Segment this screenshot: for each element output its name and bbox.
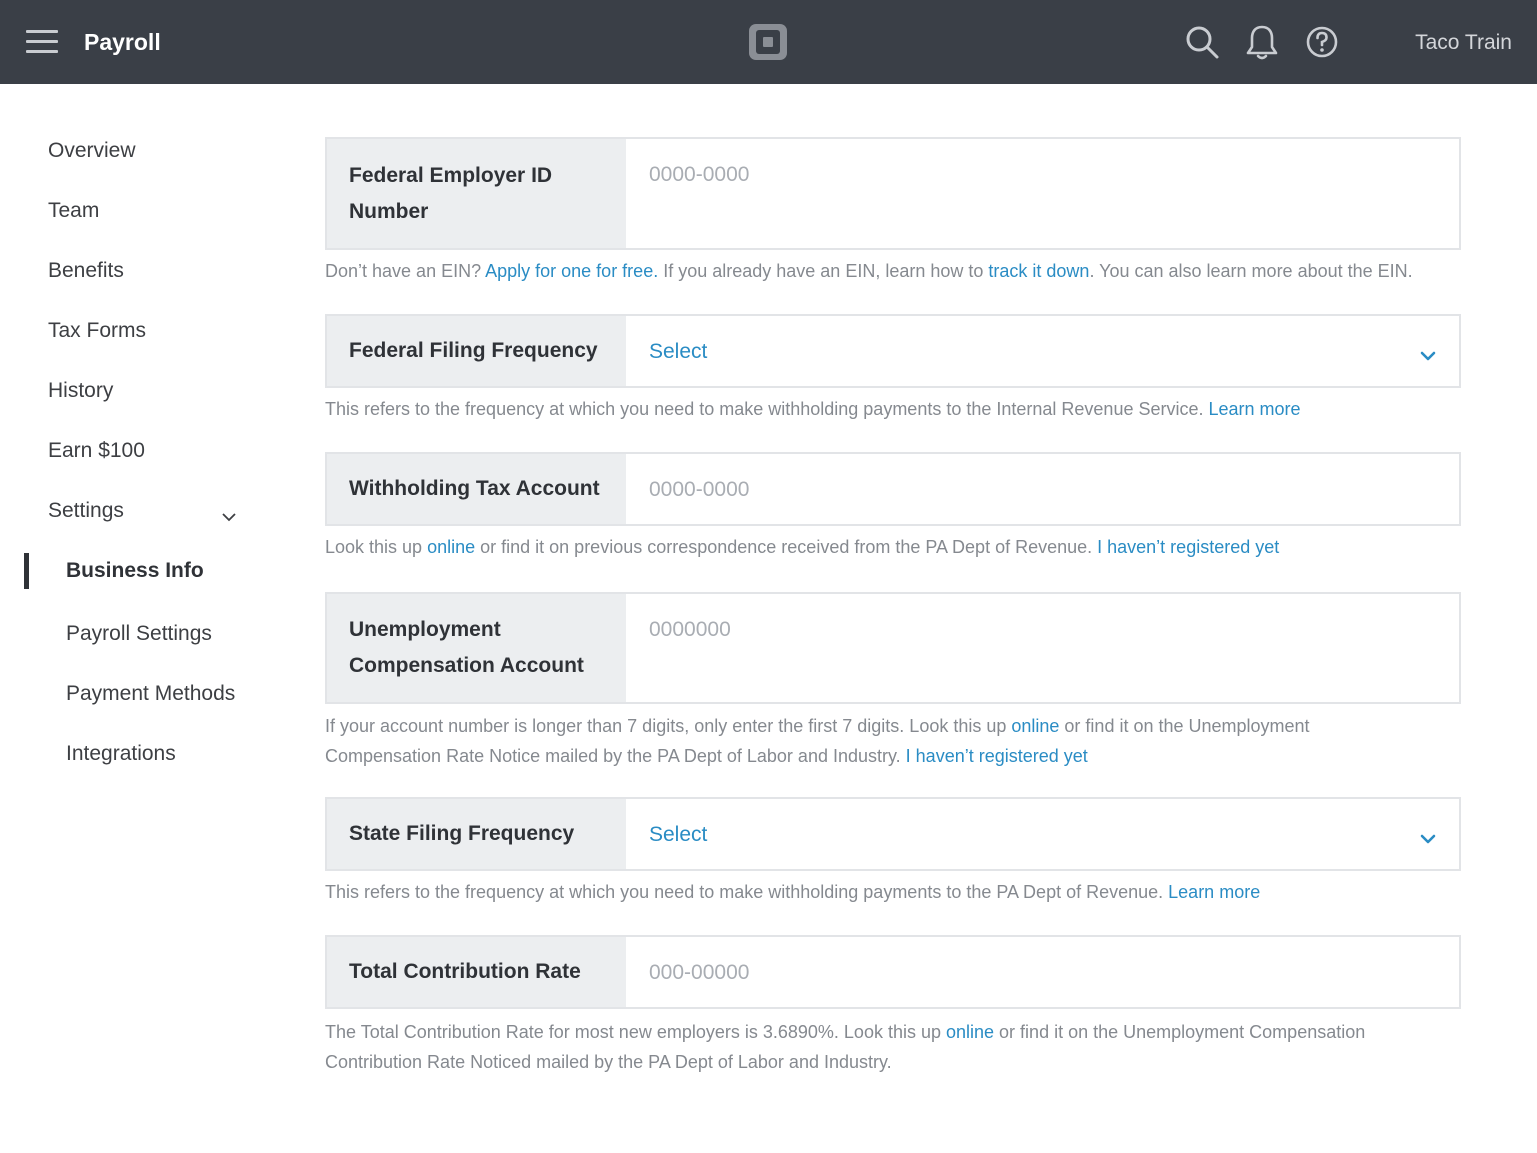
federal-frequency-learn-more-link[interactable]: Learn more [1209,399,1301,419]
federal-frequency-value[interactable]: Select [649,340,707,364]
sidebar-item-overview[interactable]: Overview [48,139,136,163]
bell-icon[interactable] [1242,22,1282,62]
sidebar: Overview Team Benefits Tax Forms History… [0,84,300,1153]
withholding-not-registered-link[interactable]: I haven’t registered yet [1097,537,1279,557]
state-frequency-select[interactable]: State Filing Frequency Select [325,797,1461,871]
search-icon[interactable] [1182,22,1222,62]
federal-frequency-help-part: This refers to the frequency at which yo… [325,399,1209,419]
ein-help-part: . You can also learn more about the EIN. [1089,261,1413,281]
chevron-down-icon[interactable] [1419,830,1437,848]
sidebar-item-team[interactable]: Team [48,199,99,223]
ein-help-text: Don’t have an EIN? Apply for one for fre… [325,256,1465,286]
active-indicator [24,553,29,589]
sidebar-item-payroll-settings[interactable]: Payroll Settings [66,622,212,646]
withholding-input-placeholder[interactable]: 0000-0000 [649,478,749,502]
sidebar-item-benefits[interactable]: Benefits [48,259,124,283]
state-frequency-value[interactable]: Select [649,823,707,847]
sidebar-item-earn[interactable]: Earn $100 [48,439,145,463]
ein-input-placeholder[interactable]: 0000-0000 [649,163,749,187]
unemployment-help-part: If your account number is longer than 7 … [325,716,1012,736]
sidebar-item-settings[interactable]: Settings [48,499,124,523]
help-icon[interactable] [1302,22,1342,62]
contribution-rate-help-text: The Total Contribution Rate for most new… [325,1017,1425,1077]
ein-help-part: Don’t have an EIN? [325,261,486,281]
ein-help-part: If you already have an EIN, learn how to [658,261,989,281]
menu-icon[interactable] [26,30,58,54]
withholding-online-link[interactable]: online [427,537,475,557]
sidebar-item-payment-methods[interactable]: Payment Methods [66,682,235,706]
federal-frequency-label: Federal Filing Frequency [327,316,626,386]
withholding-help-part: Look this up [325,537,428,557]
federal-frequency-help-text: This refers to the frequency at which yo… [325,394,1465,424]
sidebar-item-history[interactable]: History [48,379,113,403]
state-frequency-learn-more-link[interactable]: Learn more [1168,882,1260,902]
ein-label: Federal Employer ID Number [327,139,626,248]
state-frequency-label: State Filing Frequency [327,799,626,869]
ein-field[interactable]: Federal Employer ID Number 0000-0000 [325,137,1461,250]
app-title: Payroll [84,29,161,55]
sidebar-item-tax-forms[interactable]: Tax Forms [48,319,146,343]
top-bar: Payroll Taco Train [0,0,1537,84]
track-ein-link[interactable]: track it down [988,261,1089,281]
federal-frequency-select[interactable]: Federal Filing Frequency Select [325,314,1461,388]
withholding-field[interactable]: Withholding Tax Account 0000-0000 [325,452,1461,526]
contribution-rate-label: Total Contribution Rate [327,937,626,1007]
contribution-help-part: The Total Contribution Rate for most new… [325,1022,946,1042]
state-frequency-help-text: This refers to the frequency at which yo… [325,877,1465,907]
unemployment-online-link[interactable]: online [1011,716,1059,736]
unemployment-help-text: If your account number is longer than 7 … [325,711,1405,771]
withholding-help-part: or find it on previous correspondence re… [475,537,1098,557]
contribution-online-link[interactable]: online [946,1022,994,1042]
withholding-help-text: Look this up online or find it on previo… [325,532,1465,562]
account-name[interactable]: Taco Train [1415,31,1512,55]
chevron-down-icon[interactable] [1419,347,1437,365]
contribution-rate-field[interactable]: Total Contribution Rate 000-00000 [325,935,1461,1009]
withholding-label: Withholding Tax Account [327,454,626,524]
sidebar-item-business-info[interactable]: Business Info [66,559,204,583]
state-frequency-help-part: This refers to the frequency at which yo… [325,882,1169,902]
unemployment-field[interactable]: Unemployment Compensation Account 000000… [325,592,1461,704]
unemployment-not-registered-link[interactable]: I haven’t registered yet [906,746,1088,766]
square-logo-icon[interactable] [749,24,787,60]
contribution-rate-input-placeholder[interactable]: 000-00000 [649,961,749,985]
sidebar-item-integrations[interactable]: Integrations [66,742,176,766]
apply-ein-link[interactable]: Apply for one for free. [485,261,658,281]
unemployment-label: Unemployment Compensation Account [327,594,626,702]
chevron-down-icon[interactable] [220,508,238,526]
unemployment-input-placeholder[interactable]: 0000000 [649,618,731,642]
